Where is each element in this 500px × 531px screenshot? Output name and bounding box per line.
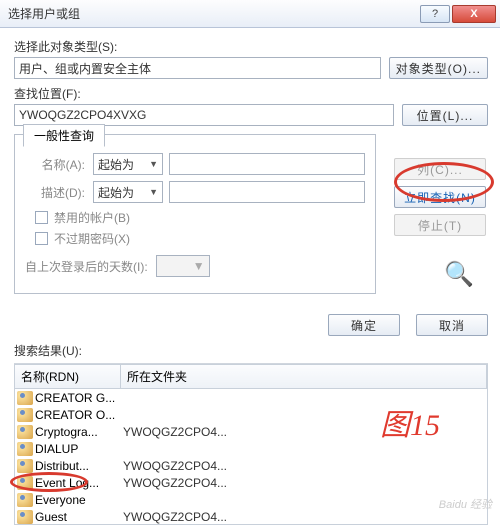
name-label: 名称(A): <box>25 156 85 173</box>
side-buttons: 列(C)... 列(C)... 立即查找(N) 停止(T) <box>394 130 486 236</box>
cell-name: CREATOR O... <box>35 408 123 422</box>
col-name[interactable]: 名称(RDN) <box>15 365 121 388</box>
object-type-button[interactable]: 对象类型(O)... <box>389 57 488 79</box>
cell-name: Event Log... <box>35 476 123 490</box>
magnifier-icon: 🔍 <box>444 260 474 289</box>
cell-folder: YWOQGZ2CPO4... <box>123 476 487 490</box>
cell-name: CREATOR G... <box>35 391 123 405</box>
name-input[interactable] <box>169 153 365 175</box>
table-row[interactable]: Event Log...YWOQGZ2CPO4... <box>15 474 487 491</box>
cell-name: Cryptogra... <box>35 425 123 439</box>
cell-name: DIALUP <box>35 442 123 456</box>
desc-label: 描述(D): <box>25 184 85 201</box>
location-button[interactable]: 位置(L)... <box>402 104 488 126</box>
group-icon <box>17 510 33 524</box>
columns-button-2[interactable]: 列(C)... <box>394 158 486 180</box>
group-icon <box>17 476 33 490</box>
chevron-down-icon: ▼ <box>193 259 205 273</box>
no-expire-checkbox[interactable] <box>35 232 48 245</box>
cell-folder: YWOQGZ2CPO4... <box>123 510 487 524</box>
name-mode-value: 起始为 <box>98 156 134 173</box>
query-groupbox: 一般性查询 名称(A): 起始为 ▼ 描述(D): 起始为 ▼ 禁用的帐户(B)… <box>14 134 376 294</box>
chevron-down-icon: ▼ <box>149 159 158 169</box>
ok-button[interactable]: 确定 <box>328 314 400 336</box>
group-icon <box>17 459 33 473</box>
location-field: YWOQGZ2CPO4XVXG <box>14 104 394 126</box>
group-icon <box>17 425 33 439</box>
group-icon <box>17 493 33 507</box>
title-bar: 选择用户或组 ? X <box>0 0 500 28</box>
help-button[interactable]: ? <box>420 5 450 23</box>
results-table: 名称(RDN) 所在文件夹 CREATOR G... CREATOR O... Cr… <box>14 363 488 525</box>
table-row[interactable]: Distribut...YWOQGZ2CPO4... <box>15 457 487 474</box>
cell-name: Guest <box>35 510 123 524</box>
watermark: Baidu 经验 <box>439 496 492 512</box>
cell-folder: YWOQGZ2CPO4... <box>123 459 487 473</box>
cell-name: Everyone <box>35 493 123 507</box>
results-label: 搜索结果(U): <box>14 342 488 359</box>
close-button[interactable]: X <box>452 5 496 23</box>
figure-caption: 图15 <box>380 400 440 444</box>
col-folder[interactable]: 所在文件夹 <box>121 365 487 388</box>
object-type-label: 选择此对象类型(S): <box>14 38 488 55</box>
days-select[interactable]: ▼ <box>156 255 210 277</box>
disabled-accounts-checkbox[interactable] <box>35 211 48 224</box>
desc-input[interactable] <box>169 181 365 203</box>
group-icon <box>17 442 33 456</box>
name-mode-select[interactable]: 起始为 ▼ <box>93 153 163 175</box>
group-icon <box>17 408 33 422</box>
cancel-button[interactable]: 取消 <box>416 314 488 336</box>
disabled-accounts-label: 禁用的帐户(B) <box>54 209 130 226</box>
group-icon <box>17 391 33 405</box>
chevron-down-icon: ▼ <box>149 187 158 197</box>
dialog-body: 选择此对象类型(S): 用户、组或内置安全主体 对象类型(O)... 查找位置(… <box>0 28 500 531</box>
cell-name: Distribut... <box>35 459 123 473</box>
table-row[interactable]: Everyone <box>15 491 487 508</box>
find-now-button[interactable]: 立即查找(N) <box>394 186 486 208</box>
desc-mode-select[interactable]: 起始为 ▼ <box>93 181 163 203</box>
stop-button: 停止(T) <box>394 214 486 236</box>
days-since-login-label: 自上次登录后的天数(I): <box>25 258 148 275</box>
location-label: 查找位置(F): <box>14 85 488 102</box>
results-header: 名称(RDN) 所在文件夹 <box>14 364 488 389</box>
window-title: 选择用户或组 <box>8 5 418 22</box>
tab-general-query[interactable]: 一般性查询 <box>23 124 105 147</box>
table-row[interactable]: GuestYWOQGZ2CPO4... <box>15 508 487 525</box>
desc-mode-value: 起始为 <box>98 184 134 201</box>
no-expire-label: 不过期密码(X) <box>54 230 130 247</box>
object-type-field: 用户、组或内置安全主体 <box>14 57 381 79</box>
